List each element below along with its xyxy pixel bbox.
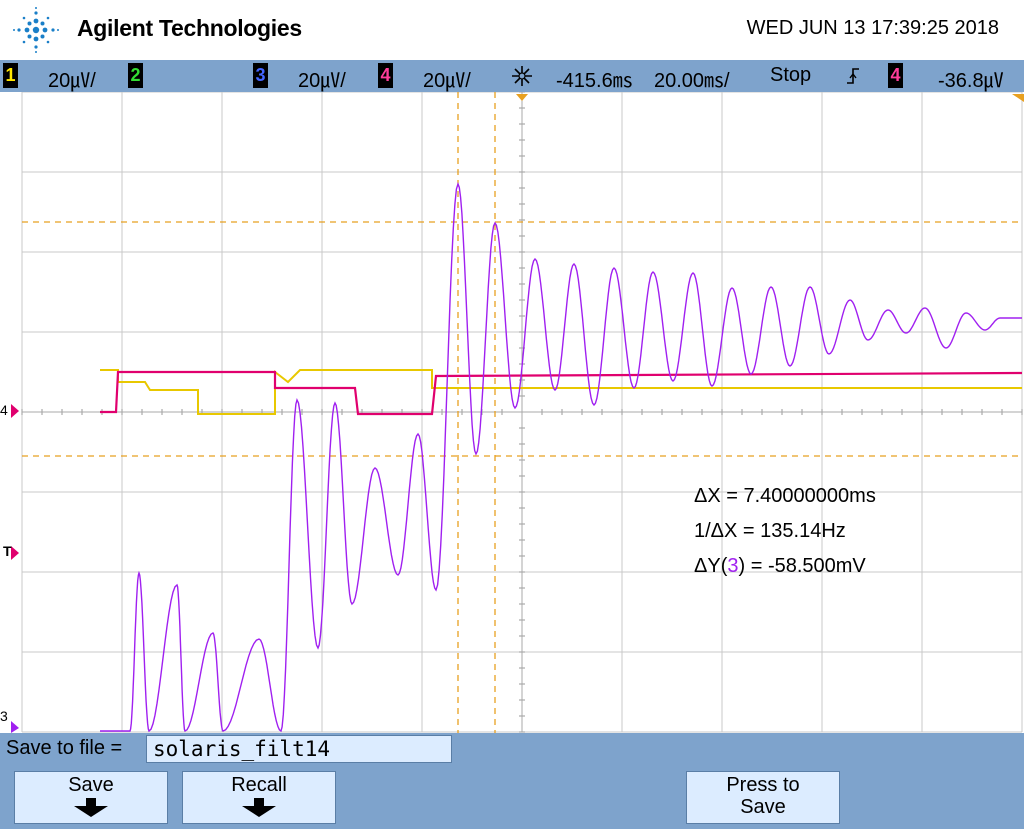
- header: Agilent Technologies WED JUN 13 17:39:25…: [0, 0, 1024, 60]
- trigger-edge-icon: [847, 68, 859, 84]
- filename-field[interactable]: solaris_filt14: [146, 735, 452, 763]
- softkey-panel: Save to file = solaris_filt14 Save Recal…: [0, 733, 1024, 829]
- channel-status-bar: 1 20㎶/ 2 3 20㎶/ 4 20㎶/ -415.6㎳ 20.00㎳/ S…: [0, 60, 1024, 92]
- delta-x-readout: ΔX = 7.40000000ms: [694, 485, 876, 507]
- channel-3-trace: [100, 181, 1022, 733]
- save-to-file-label: Save to file =: [6, 737, 123, 759]
- channel-3-indicator[interactable]: 3: [253, 63, 268, 88]
- channel-3-ground-marker: [11, 721, 19, 733]
- time-reference-marker: [516, 94, 528, 101]
- waveform-display[interactable]: 4 T 3 ΔX = 7.40000000ms 1/ΔX = 135.14Hz …: [0, 92, 1024, 733]
- down-arrow-icon: [74, 798, 108, 818]
- channel-4-scale[interactable]: 20㎶/: [423, 64, 471, 93]
- delta-y-prefix: ΔY(: [694, 555, 728, 577]
- recall-button[interactable]: Recall: [182, 771, 336, 824]
- delta-y-readout: ΔY(3) = -58.500mV: [694, 555, 866, 578]
- channel-1-trace: [100, 369, 1022, 415]
- channel-3-ground-label: 3: [0, 708, 8, 724]
- channel-2-indicator[interactable]: 2: [128, 63, 143, 88]
- channel-3-scale[interactable]: 20㎶/: [298, 64, 346, 93]
- time-delay[interactable]: -415.6㎳: [556, 64, 633, 93]
- delay-star-icon: [512, 66, 532, 86]
- waveform-canvas[interactable]: [0, 92, 1024, 733]
- trigger-level-marker: [11, 546, 19, 560]
- agilent-spark-logo-icon: [13, 7, 59, 53]
- trigger-channel-indicator[interactable]: 4: [888, 63, 903, 88]
- down-arrow-icon: [242, 798, 276, 818]
- press-to-save-line1: Press to: [726, 774, 800, 796]
- channel-4-trace: [100, 370, 1023, 416]
- channel-1-indicator[interactable]: 1: [3, 63, 18, 88]
- channel-4-indicator[interactable]: 4: [378, 63, 393, 88]
- channel-1-scale[interactable]: 20㎶/: [48, 64, 96, 93]
- press-to-save-line2: Save: [740, 796, 786, 818]
- save-button-label: Save: [68, 774, 114, 796]
- inverse-delta-x-readout: 1/ΔX = 135.14Hz: [694, 520, 846, 542]
- time-scale[interactable]: 20.00㎳/: [654, 64, 730, 93]
- delta-y-channel: 3: [727, 555, 739, 577]
- brand-name: Agilent Technologies: [77, 15, 302, 41]
- delta-y-suffix: ) = -58.500mV: [738, 555, 866, 577]
- channel-4-ground-marker: [11, 404, 19, 418]
- run-state[interactable]: Stop: [770, 64, 811, 87]
- date-time: WED JUN 13 17:39:25 2018: [746, 17, 999, 39]
- channel-4-ground-label: 4: [0, 402, 8, 418]
- trigger-level[interactable]: -36.8㎶: [938, 64, 1004, 93]
- graticule-grid: [21, 92, 1023, 733]
- save-button[interactable]: Save: [14, 771, 168, 824]
- press-to-save-button[interactable]: Press to Save: [686, 771, 840, 824]
- right-edge-marker: [1012, 94, 1024, 102]
- recall-button-label: Recall: [231, 774, 287, 796]
- trigger-marker-label: T: [3, 543, 12, 559]
